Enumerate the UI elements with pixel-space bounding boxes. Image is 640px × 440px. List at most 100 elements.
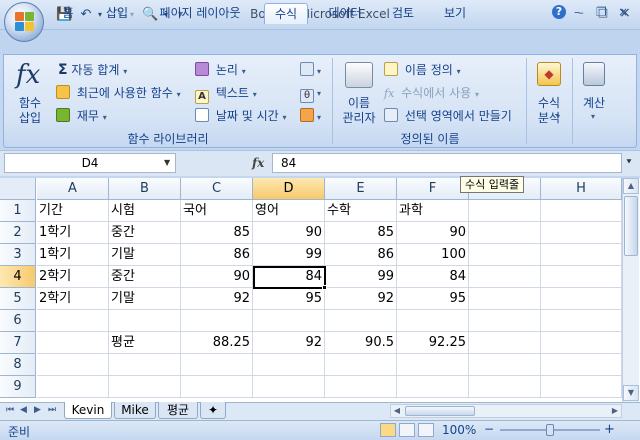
page-layout-view-icon[interactable] — [399, 423, 415, 437]
more-functions-button[interactable]: ▾ — [300, 108, 322, 124]
cell-value[interactable]: 90.5 — [325, 332, 397, 354]
cell-value[interactable]: 92 — [325, 288, 397, 310]
horizontal-scrollbar[interactable]: ◀ ▶ — [390, 404, 622, 418]
formula-auditing-button[interactable]: ◆ 수식 분석 ▾ — [530, 60, 568, 130]
tab-insert[interactable]: 삽입 — [96, 3, 138, 24]
sheet-tab-average[interactable]: 평균 — [158, 402, 198, 419]
cell-value[interactable]: 기간 — [37, 200, 109, 222]
column-header[interactable]: F — [397, 178, 469, 200]
tab-view[interactable]: 보기 — [434, 3, 476, 24]
zoom-out-icon[interactable]: − — [484, 422, 494, 436]
cell-value[interactable]: 92 — [181, 288, 253, 310]
cell[interactable] — [469, 222, 541, 244]
use-in-formula-button[interactable]: fx 수식에서 사용 ▾ — [384, 85, 479, 103]
help-icon[interactable]: ? — [552, 5, 566, 19]
cell-value[interactable]: 기말 — [109, 244, 181, 266]
cell[interactable] — [397, 376, 469, 398]
cell-value[interactable]: 과학 — [397, 200, 469, 222]
cell-value[interactable]: 90 — [253, 222, 325, 244]
zoom-slider-thumb[interactable] — [546, 424, 554, 436]
cell-value[interactable]: 86 — [325, 244, 397, 266]
prev-sheet-icon[interactable]: ◀ — [20, 405, 27, 415]
cell[interactable] — [469, 244, 541, 266]
office-button[interactable] — [4, 2, 44, 42]
row-header[interactable]: 2 — [0, 222, 36, 244]
cell-value[interactable]: 2학기 — [37, 266, 109, 288]
cell-value[interactable]: 84 — [397, 266, 469, 288]
cell[interactable] — [109, 354, 181, 376]
column-header[interactable]: D — [253, 178, 325, 200]
fill-handle[interactable] — [322, 285, 327, 290]
financial-button[interactable]: 재무 ▾ — [56, 108, 107, 126]
scroll-left-icon[interactable]: ◀ — [391, 405, 403, 417]
cell-value[interactable]: 영어 — [253, 200, 325, 222]
row-header[interactable]: 1 — [0, 200, 36, 222]
cell[interactable] — [469, 200, 541, 222]
ribbon-restore-icon[interactable]: ❐ — [596, 5, 607, 19]
cell[interactable] — [181, 354, 253, 376]
cell[interactable] — [469, 332, 541, 354]
row-header[interactable]: 6 — [0, 310, 36, 332]
calculation-button[interactable]: 계산 ▾ — [576, 60, 612, 130]
first-sheet-icon[interactable]: ⏮ — [6, 405, 14, 415]
cell-value[interactable]: 90 — [181, 266, 253, 288]
cell-value[interactable]: 99 — [325, 266, 397, 288]
page-break-view-icon[interactable] — [418, 423, 434, 437]
cell[interactable] — [253, 354, 325, 376]
scroll-down-icon[interactable]: ▼ — [623, 385, 639, 401]
cell[interactable] — [325, 310, 397, 332]
insert-function-button[interactable]: fx 함수 삽입 — [12, 60, 48, 126]
cell[interactable] — [325, 376, 397, 398]
cell[interactable] — [541, 222, 622, 244]
row-header[interactable]: 5 — [0, 288, 36, 310]
insert-sheet-icon[interactable]: ✦ — [200, 402, 226, 419]
cell[interactable] — [397, 310, 469, 332]
column-header[interactable]: E — [325, 178, 397, 200]
cell-value[interactable]: 95 — [397, 288, 469, 310]
column-header[interactable]: C — [181, 178, 253, 200]
cell-value[interactable] — [37, 332, 109, 354]
zoom-in-icon[interactable]: + — [604, 422, 615, 437]
cell[interactable] — [37, 354, 109, 376]
autosum-button[interactable]: Σ 자동 합계 ▾ — [58, 62, 127, 80]
cell[interactable] — [541, 354, 622, 376]
cell[interactable] — [541, 376, 622, 398]
tab-formulas[interactable]: 수식 — [264, 3, 308, 24]
cell-value[interactable]: 기말 — [109, 288, 181, 310]
cell[interactable] — [469, 266, 541, 288]
zoom-level[interactable]: 100% — [442, 423, 476, 437]
cell[interactable] — [469, 288, 541, 310]
text-button[interactable]: A 텍스트 ▾ — [195, 85, 257, 104]
column-header[interactable]: A — [37, 178, 109, 200]
tab-home[interactable]: 홈 — [50, 3, 86, 24]
cell-value[interactable]: 100 — [397, 244, 469, 266]
sheet-tab-mike[interactable]: Mike — [114, 402, 156, 419]
cell-value[interactable]: 1학기 — [37, 222, 109, 244]
cell-value[interactable]: 수학 — [325, 200, 397, 222]
cell-value[interactable]: 90 — [397, 222, 469, 244]
column-header[interactable]: H — [541, 178, 622, 200]
cell-value[interactable]: 85 — [325, 222, 397, 244]
cell-value[interactable]: 86 — [181, 244, 253, 266]
cell[interactable] — [541, 288, 622, 310]
cell-value[interactable]: 평균 — [109, 332, 181, 354]
cell-value[interactable]: 중간 — [109, 222, 181, 244]
name-manager-button[interactable]: 이름 관리자 — [338, 60, 380, 126]
recent-functions-button[interactable]: 최근에 사용한 함수 ▾ — [56, 85, 181, 103]
select-all-corner[interactable] — [0, 178, 36, 200]
sheet-tab-kevin[interactable]: Kevin — [64, 402, 112, 419]
cell[interactable] — [109, 310, 181, 332]
cell[interactable] — [469, 310, 541, 332]
row-header[interactable]: 9 — [0, 376, 36, 398]
cell[interactable] — [469, 354, 541, 376]
tab-review[interactable]: 검토 — [382, 3, 424, 24]
cell[interactable] — [541, 332, 622, 354]
cell[interactable] — [109, 376, 181, 398]
cell-value[interactable]: 99 — [253, 244, 325, 266]
cell-value[interactable]: 국어 — [181, 200, 253, 222]
fx-icon[interactable]: fx — [252, 153, 264, 173]
cell[interactable] — [181, 310, 253, 332]
cell[interactable] — [541, 244, 622, 266]
scroll-right-icon[interactable]: ▶ — [609, 405, 621, 417]
cell-value[interactable]: 1학기 — [37, 244, 109, 266]
